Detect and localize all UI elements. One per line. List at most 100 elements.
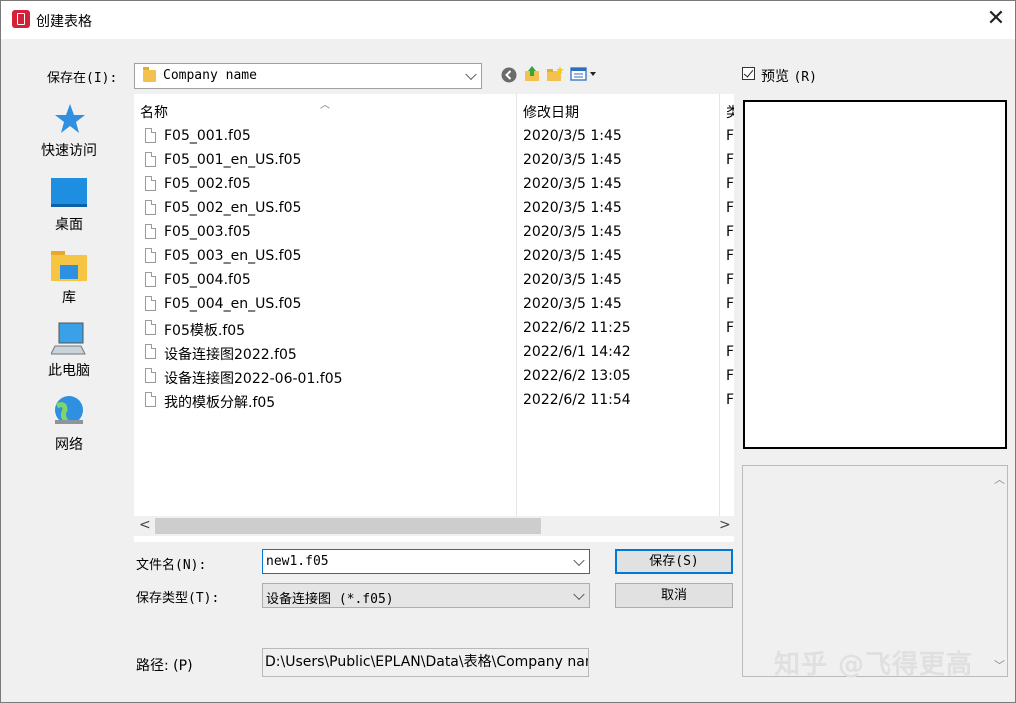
view-menu-icon[interactable] [570,65,600,83]
horizontal-scrollbar[interactable]: < > [134,516,734,536]
preview-pane [743,100,1007,449]
file-modified-date: 2020/3/5 1:45 [523,200,622,216]
file-row[interactable]: 我的模板分解.f05 2022/6/2 11:54 F [134,389,734,413]
file-row[interactable]: F05_003_en_US.f05 2020/3/5 1:45 F [134,245,734,269]
file-modified-date: 2020/3/5 1:45 [523,152,622,168]
file-name: F05_003_en_US.f05 [164,248,302,264]
file-type: F [726,344,734,360]
file-name: F05_002_en_US.f05 [164,200,302,216]
scroll-left-icon[interactable]: < [139,517,151,533]
file-name: F05_001_en_US.f05 [164,152,302,168]
file-icon [145,368,156,383]
computer-icon [51,322,86,355]
file-modified-date: 2022/6/2 11:25 [523,320,631,336]
file-icon [145,200,156,215]
file-row[interactable]: F05模板.f05 2022/6/2 11:25 F [134,317,734,341]
column-header-name[interactable]: 名称 [140,102,168,122]
title-bar: 创建表格 ✕ [1,1,1015,39]
scrollbar-thumb[interactable] [155,518,541,534]
file-type: F [726,392,734,408]
file-modified-date: 2022/6/1 14:42 [523,344,631,360]
filetype-select[interactable]: 设备连接图 (*.f05) [262,583,590,608]
path-field[interactable]: D:\Users\Public\EPLAN\Data\表格\Company na… [262,648,589,677]
network-icon [55,396,83,424]
save-dialog-window: 创建表格 ✕ 保存在(I): Company name 预览 (R) 快速访问 [0,0,1016,703]
place-network[interactable]: 网络 [9,394,129,464]
scroll-down-icon[interactable]: ﹀ [994,657,1005,673]
filetype-label: 保存类型(T): [136,591,220,606]
column-header-date[interactable]: 修改日期 [523,102,579,122]
places-bar: 快速访问 桌面 库 此电脑 网络 [9,94,129,624]
library-icon [51,251,87,281]
place-quick-access[interactable]: 快速访问 [9,102,129,172]
file-type: F [726,128,734,144]
file-row[interactable]: F05_002_en_US.f05 2020/3/5 1:45 F [134,197,734,221]
file-modified-date: 2022/6/2 13:05 [523,368,631,384]
file-icon [145,248,156,263]
quick-access-star-icon [55,104,85,133]
file-type: F [726,224,734,240]
up-folder-icon[interactable] [523,65,541,83]
save-button[interactable]: 保存(S) [615,549,733,574]
file-icon [145,224,156,239]
column-header-type[interactable]: 类 [726,102,734,122]
file-modified-date: 2020/3/5 1:45 [523,128,622,144]
place-desktop[interactable]: 桌面 [9,176,129,246]
file-row[interactable]: F05_004.f05 2020/3/5 1:45 F [134,269,734,293]
file-name: 我的模板分解.f05 [164,395,276,411]
chevron-down-icon[interactable] [573,554,585,566]
sort-ascending-icon: ︿ [320,100,330,111]
file-name: F05_002.f05 [164,176,251,192]
scroll-up-icon[interactable]: ︿ [994,471,1005,487]
file-icon [145,392,156,407]
place-label: 网络 [55,437,83,453]
preview-checkbox[interactable] [742,67,755,80]
file-row[interactable]: F05_001_en_US.f05 2020/3/5 1:45 F [134,149,734,173]
file-icon [145,320,156,335]
place-label: 库 [62,290,76,306]
chevron-down-icon[interactable] [465,68,477,81]
file-row[interactable]: F05_001.f05 2020/3/5 1:45 F [134,125,734,149]
file-type: F [726,296,734,312]
file-type: F [726,320,734,336]
file-type: F [726,200,734,216]
back-icon[interactable] [500,66,518,84]
file-row[interactable]: F05_003.f05 2020/3/5 1:45 F [134,221,734,245]
preview-label[interactable]: 预览 (R) [761,66,817,86]
file-name: 设备连接图2022-06-01.f05 [164,371,343,387]
filename-label: 文件名(N): [136,558,207,573]
close-icon[interactable]: ✕ [983,6,1009,32]
folder-icon [143,67,156,82]
file-name: F05模板.f05 [164,323,246,339]
save-in-combobox[interactable]: Company name [134,63,482,89]
filename-combobox[interactable]: new1.f05 [262,549,590,574]
file-list[interactable]: ︿ 名称 修改日期 类 F05_001.f05 2020/3/5 1:45 F F05… [134,94,734,542]
chevron-down-icon[interactable] [573,588,585,600]
file-type: F [726,248,734,264]
file-modified-date: 2020/3/5 1:45 [523,224,622,240]
new-folder-icon[interactable] [546,65,564,83]
place-this-pc[interactable]: 此电脑 [9,322,129,392]
file-icon [145,272,156,287]
place-label: 此电脑 [48,363,90,379]
file-row[interactable]: 设备连接图2022.f05 2022/6/1 14:42 F [134,341,734,365]
file-row[interactable]: 设备连接图2022-06-01.f05 2022/6/2 13:05 F [134,365,734,389]
file-name: F05_004.f05 [164,272,251,288]
file-type: F [726,152,734,168]
scroll-right-icon[interactable]: > [719,517,731,533]
file-icon [145,176,156,191]
filetype-value: 设备连接图 (*.f05) [266,592,394,607]
save-in-label: 保存在(I): [47,71,118,86]
cancel-button[interactable]: 取消 [615,583,733,608]
file-row[interactable]: F05_002.f05 2020/3/5 1:45 F [134,173,734,197]
place-label: 快速访问 [41,143,97,159]
file-modified-date: 2022/6/2 11:54 [523,392,631,408]
place-label: 桌面 [55,217,83,233]
file-icon [145,152,156,167]
dialog-title: 创建表格 [36,14,92,30]
filename-input[interactable]: new1.f05 [266,554,329,569]
file-type: F [726,272,734,288]
file-modified-date: 2020/3/5 1:45 [523,248,622,264]
place-library[interactable]: 库 [9,249,129,319]
file-row[interactable]: F05_004_en_US.f05 2020/3/5 1:45 F [134,293,734,317]
